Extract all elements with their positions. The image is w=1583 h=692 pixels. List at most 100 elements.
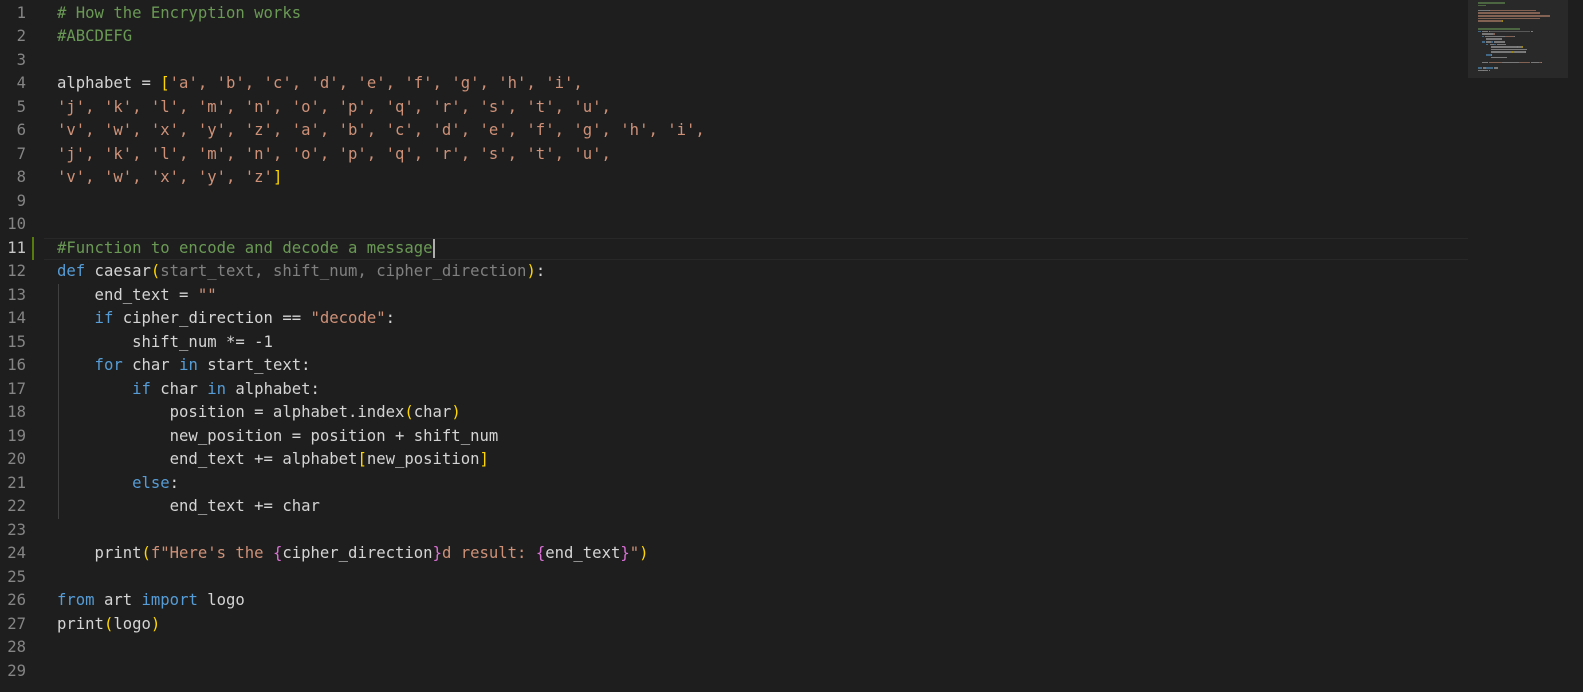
minimap-token bbox=[1496, 43, 1507, 46]
code-token: alphabet: bbox=[226, 379, 320, 398]
code-editor[interactable]: 1 2 3 4 5 6 7 8 9 10 11 12 13 14 15 16 17 18 19 20 21 22 23 24 2… bbox=[0, 0, 1583, 692]
code-token: start_text, shift_num, cipher_direction bbox=[160, 262, 527, 280]
code-token: # How the Encryption works bbox=[57, 3, 302, 22]
code-line[interactable]: 'v', 'w', 'x', 'y', 'z'] bbox=[57, 166, 282, 190]
minimap-token bbox=[1489, 30, 1531, 33]
code-line[interactable]: else: bbox=[57, 472, 179, 496]
code-token: logo bbox=[197, 591, 245, 609]
code-line[interactable]: #Function to encode and decode a message bbox=[57, 237, 433, 261]
minimap-token bbox=[1530, 61, 1539, 64]
code-token: ) bbox=[526, 262, 536, 280]
code-token: end_text = bbox=[57, 285, 198, 304]
code-token: : bbox=[385, 309, 395, 327]
code-area[interactable]: # How the Encryption works #ABCDEFG alphab… bbox=[57, 0, 1467, 692]
code-token: in bbox=[179, 356, 198, 374]
code-line[interactable]: end_text += alphabet[new_position] bbox=[57, 448, 489, 472]
minimap-token bbox=[1488, 69, 1490, 72]
line-number-gutter[interactable]: 1 2 3 4 5 6 7 8 9 10 11 12 13 14 15 16 17 18 19 20 21 22 23 24 2… bbox=[0, 0, 44, 692]
minimap-token bbox=[1490, 46, 1517, 48]
code-line[interactable]: if char in alphabet: bbox=[57, 378, 320, 402]
code-line[interactable]: # How the Encryption works bbox=[57, 2, 301, 26]
minimap-token bbox=[1522, 46, 1524, 48]
code-token: alphabet = bbox=[57, 74, 161, 92]
code-line[interactable]: alphabet = ['a', 'b', 'c', 'd', 'e', 'f'… bbox=[57, 72, 583, 96]
line-number: 26 bbox=[7, 591, 26, 609]
code-token: #ABCDEFG bbox=[57, 27, 133, 45]
minimap-token bbox=[1478, 4, 1487, 7]
minimap-token bbox=[1482, 33, 1493, 35]
line-number: 21 bbox=[7, 473, 26, 492]
code-token: ] bbox=[479, 450, 489, 468]
line-number: 16 bbox=[7, 356, 26, 374]
code-token: 'j', 'k', 'l', 'm', 'n', 'o', 'p', 'q', … bbox=[57, 97, 611, 116]
code-line[interactable]: 'j', 'k', 'l', 'm', 'n', 'o', 'p', 'q', … bbox=[57, 143, 611, 167]
code-token: "" bbox=[197, 285, 217, 304]
indent-guide bbox=[58, 330, 59, 354]
code-token: [ bbox=[357, 450, 367, 468]
line-number: 25 bbox=[7, 567, 26, 586]
code-token: ( bbox=[141, 544, 151, 562]
code-line[interactable]: end_text = "" bbox=[57, 284, 217, 308]
minimap-token bbox=[1478, 15, 1551, 17]
code-line[interactable]: position = alphabet.index(char) bbox=[57, 401, 461, 425]
code-line[interactable]: end_text += char bbox=[57, 495, 320, 519]
minimap-token bbox=[1541, 61, 1543, 64]
code-token: "decode" bbox=[310, 309, 386, 327]
code-token: art bbox=[94, 591, 142, 609]
line-number: 17 bbox=[7, 379, 26, 398]
line-number: 1 bbox=[16, 3, 26, 22]
line-number: 15 bbox=[7, 332, 26, 351]
code-token: cipher_direction bbox=[282, 544, 433, 562]
line-number: 2 bbox=[16, 27, 26, 45]
minimap-token bbox=[1478, 12, 1540, 14]
minimap-token bbox=[1490, 54, 1492, 56]
code-line[interactable]: if cipher_direction == "decode": bbox=[57, 307, 395, 331]
line-number: 29 bbox=[7, 661, 26, 680]
code-token: char bbox=[150, 379, 208, 398]
code-token: end_text += char bbox=[57, 497, 320, 515]
code-token: if bbox=[57, 309, 114, 327]
code-token: 'v', 'w', 'x', 'y', 'z' bbox=[57, 168, 273, 186]
minimap-token bbox=[1478, 28, 1520, 30]
line-number: 20 bbox=[7, 450, 26, 468]
code-token: 'v', 'w', 'x', 'y', 'z', 'a', 'b', 'c', … bbox=[57, 121, 705, 139]
code-token: ) bbox=[451, 403, 461, 421]
code-line[interactable]: 'v', 'w', 'x', 'y', 'z', 'a', 'b', 'c', … bbox=[57, 119, 705, 143]
minimap-token bbox=[1478, 67, 1483, 69]
code-line[interactable]: print(f"Here's the {cipher_direction}d r… bbox=[57, 542, 649, 566]
code-token: end_text += alphabet bbox=[57, 450, 358, 468]
code-line[interactable]: 'j', 'k', 'l', 'm', 'n', 'o', 'p', 'q', … bbox=[57, 96, 611, 120]
code-token: for bbox=[57, 356, 123, 374]
code-token: end_text bbox=[545, 544, 621, 562]
minimap-token bbox=[1505, 35, 1514, 38]
code-line[interactable]: shift_num *= -1 bbox=[57, 331, 273, 355]
code-token: print bbox=[57, 614, 104, 633]
code-line[interactable]: #ABCDEFG bbox=[57, 25, 132, 49]
code-line[interactable]: for char in start_text: bbox=[57, 354, 311, 378]
code-token: logo bbox=[113, 614, 151, 633]
code-line[interactable]: print(logo) bbox=[57, 613, 160, 637]
code-token: ] bbox=[272, 168, 283, 186]
code-token: position = alphabet.index bbox=[57, 403, 405, 421]
code-token: char bbox=[122, 356, 180, 374]
code-token: else bbox=[57, 473, 170, 492]
minimap-token bbox=[1482, 41, 1486, 43]
code-line[interactable]: def caesar(start_text, shift_num, cipher… bbox=[57, 260, 545, 284]
minimap-token bbox=[1502, 61, 1519, 64]
modified-line-indicator bbox=[32, 236, 34, 260]
code-token: } bbox=[432, 544, 442, 562]
line-number: 5 bbox=[16, 97, 26, 116]
code-token: { bbox=[535, 544, 546, 562]
line-number: 24 bbox=[7, 544, 26, 562]
code-token: ( bbox=[103, 614, 114, 633]
code-line[interactable]: from art import logo bbox=[57, 589, 245, 613]
minimap-token bbox=[1531, 30, 1533, 33]
indent-guide bbox=[58, 401, 59, 472]
minimap-token bbox=[1520, 61, 1530, 64]
code-line[interactable]: new_position = position + shift_num bbox=[57, 425, 499, 449]
minimap-token bbox=[1512, 51, 1526, 53]
minimap-token bbox=[1478, 20, 1503, 22]
minimap[interactable] bbox=[1468, 0, 1583, 692]
code-token: ( bbox=[150, 262, 161, 280]
code-token: f"Here's the bbox=[150, 544, 273, 562]
